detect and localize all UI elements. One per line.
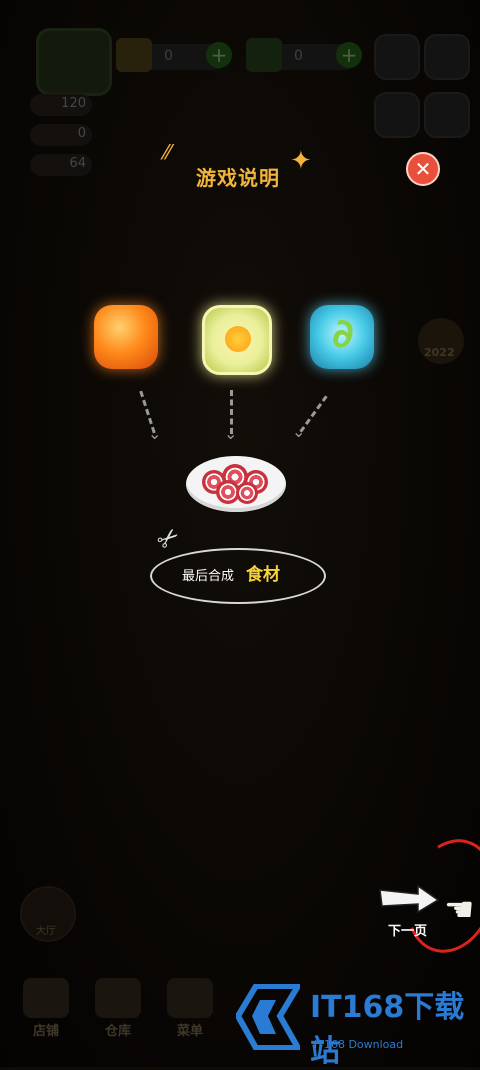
instruction-overlay: ⁄⁄ 游戏说明 ✦ ✕ ⌄ ⌄ ⌄ ✂ 最后合成 食材 下一页 ☚: [0, 0, 480, 1067]
next-arrow-icon[interactable]: [378, 884, 440, 914]
close-icon: ✕: [414, 157, 432, 181]
caption-text: 最后合成: [182, 569, 235, 584]
meat-roll: [236, 482, 258, 504]
watermark: IT168下载站 IT168 Download: [232, 982, 472, 1069]
watermark-logo-icon: [236, 984, 300, 1050]
dialog-title: 游戏说明: [196, 166, 280, 190]
pointing-hand-icon: ☚: [444, 890, 475, 930]
watermark-subtitle: IT168 Download: [314, 1038, 404, 1051]
fern-ingredient-icon: [310, 305, 374, 369]
next-page-button[interactable]: 下一页: [388, 920, 427, 939]
sparkle-star-icon: ✦: [290, 146, 312, 176]
meat-rolls-dish-icon: [186, 456, 286, 512]
sparkle-lines-icon: ⁄⁄: [164, 140, 171, 164]
arrow-head-right-icon: ⌄: [292, 422, 306, 441]
scissors-icon: ✂: [150, 520, 187, 558]
caption-highlight: 食材: [246, 565, 280, 585]
orange-ingredient-icon: [94, 305, 158, 369]
watermark-title: IT168下载站: [310, 990, 465, 1069]
arrow-head-left-icon: ⌄: [148, 424, 162, 443]
arrow-head-middle-icon: ⌄: [224, 424, 238, 443]
egg-ingredient-icon: [202, 305, 272, 375]
close-button[interactable]: ✕: [406, 152, 440, 186]
caption-oval: [150, 548, 326, 604]
